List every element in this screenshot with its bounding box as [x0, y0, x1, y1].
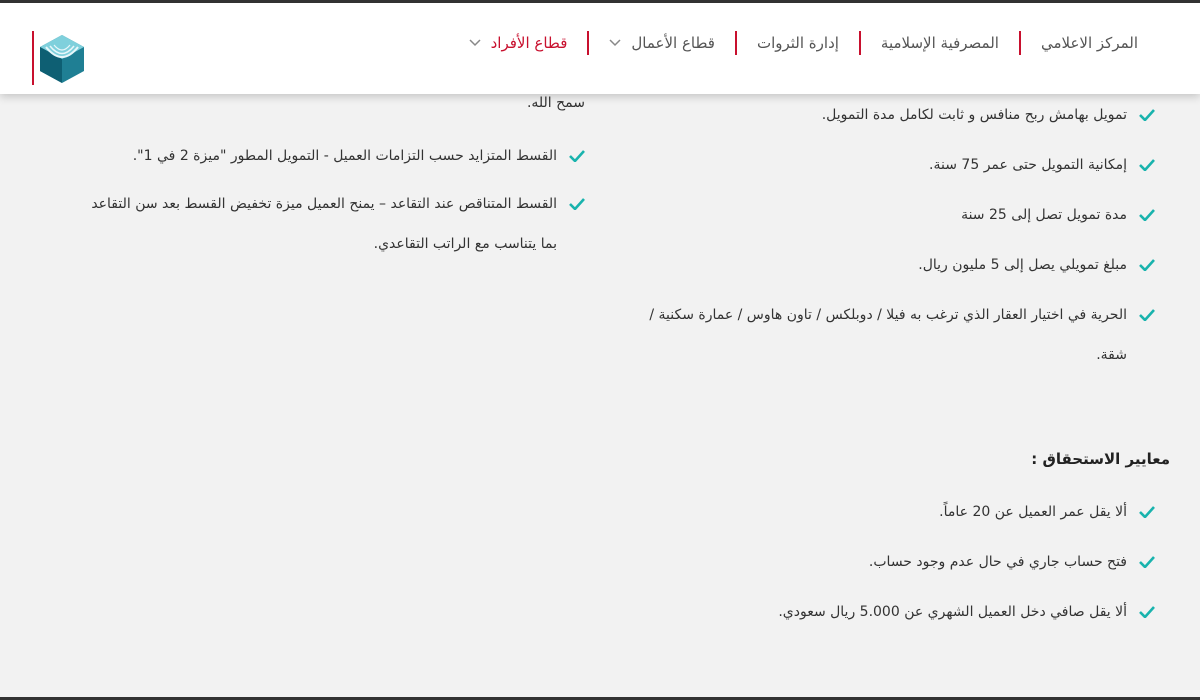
- feature-text: الحرية في اختيار العقار الذي ترغب به فيل…: [649, 307, 1127, 363]
- check-icon: [1127, 195, 1155, 235]
- features-list-left: سمح الله. القسط المتزايد حسب التزامات ال…: [75, 88, 585, 264]
- nav-item-business[interactable]: قطاع الأعمال: [597, 34, 727, 52]
- list-item: الحرية في اختيار العقار الذي ترغب به فيل…: [635, 295, 1155, 375]
- check-icon: [1127, 592, 1155, 632]
- features-list-right: تمويل بهامش ربح منافس و ثابت لكامل مدة ا…: [635, 95, 1155, 375]
- nav-separator: [858, 31, 861, 55]
- nav-separator: [1018, 31, 1021, 55]
- feature-text: إمكانية التمويل حتى عمر 75 سنة.: [929, 157, 1127, 173]
- check-icon: [557, 136, 585, 176]
- feature-text: مبلغ تمويلي يصل إلى 5 مليون ريال.: [918, 257, 1127, 273]
- site-header: قطاع الأفراد قطاع الأعمال إدارة الثروات …: [0, 3, 1200, 94]
- nav-item-label: إدارة الثروات: [756, 34, 839, 52]
- feature-text: مدة تمويل تصل إلى 25 سنة: [961, 207, 1127, 223]
- eligibility-heading: معايير الاستحقاق :: [1031, 450, 1170, 468]
- criterion-text: ألا يقل صافي دخل العميل الشهري عن 5.000 …: [778, 604, 1127, 620]
- main-nav: قطاع الأفراد قطاع الأعمال إدارة الثروات …: [457, 29, 1150, 57]
- criterion-text: ألا يقل عمر العميل عن 20 عاماً.: [939, 504, 1127, 520]
- list-item: مدة تمويل تصل إلى 25 سنة: [635, 195, 1155, 235]
- list-item: إمكانية التمويل حتى عمر 75 سنة.: [635, 145, 1155, 185]
- list-item: مبلغ تمويلي يصل إلى 5 مليون ريال.: [635, 245, 1155, 285]
- check-icon: [1127, 245, 1155, 285]
- feature-text: القسط المتناقص عند التقاعد – يمنح العميل…: [91, 196, 557, 252]
- check-icon: [1127, 542, 1155, 582]
- logo-emblem-icon: [40, 35, 84, 83]
- list-item: ألا يقل عمر العميل عن 20 عاماً.: [635, 492, 1155, 532]
- chevron-down-icon[interactable]: [609, 37, 621, 49]
- check-icon: [1127, 492, 1155, 532]
- feature-text: تمويل بهامش ربح منافس و ثابت لكامل مدة ا…: [821, 107, 1127, 123]
- nav-item-islamic-banking[interactable]: المصرفية الإسلامية: [869, 34, 1011, 52]
- nav-item-individuals[interactable]: قطاع الأفراد: [457, 34, 580, 52]
- nav-item-label: قطاع الأفراد: [490, 34, 568, 52]
- bank-logo[interactable]: [32, 31, 92, 85]
- list-item: تمويل بهامش ربح منافس و ثابت لكامل مدة ا…: [635, 95, 1155, 135]
- list-item: ألا يقل صافي دخل العميل الشهري عن 5.000 …: [635, 592, 1155, 632]
- nav-item-media-center[interactable]: المركز الاعلامي: [1029, 34, 1150, 52]
- nav-item-label: قطاع الأعمال: [631, 34, 715, 52]
- feature-text: القسط المتزايد حسب التزامات العميل - الت…: [132, 148, 557, 164]
- nav-item-label: المصرفية الإسلامية: [880, 34, 999, 52]
- list-item: القسط المتزايد حسب التزامات العميل - الت…: [75, 136, 585, 176]
- check-icon: [557, 184, 585, 224]
- nav-item-label: المركز الاعلامي: [1040, 34, 1138, 52]
- logo-divider: [32, 31, 34, 85]
- criterion-text: فتح حساب جاري في حال عدم وجود حساب.: [868, 554, 1127, 570]
- chevron-down-icon[interactable]: [469, 37, 481, 49]
- list-item: فتح حساب جاري في حال عدم وجود حساب.: [635, 542, 1155, 582]
- nav-separator: [587, 31, 590, 55]
- check-icon: [1127, 95, 1155, 135]
- nav-item-wealth[interactable]: إدارة الثروات: [745, 34, 851, 52]
- check-icon: [1127, 145, 1155, 185]
- check-icon: [1127, 295, 1155, 335]
- nav-separator: [734, 31, 737, 55]
- eligibility-list: ألا يقل عمر العميل عن 20 عاماً. فتح حساب…: [635, 492, 1155, 632]
- list-item: القسط المتناقص عند التقاعد – يمنح العميل…: [75, 184, 585, 264]
